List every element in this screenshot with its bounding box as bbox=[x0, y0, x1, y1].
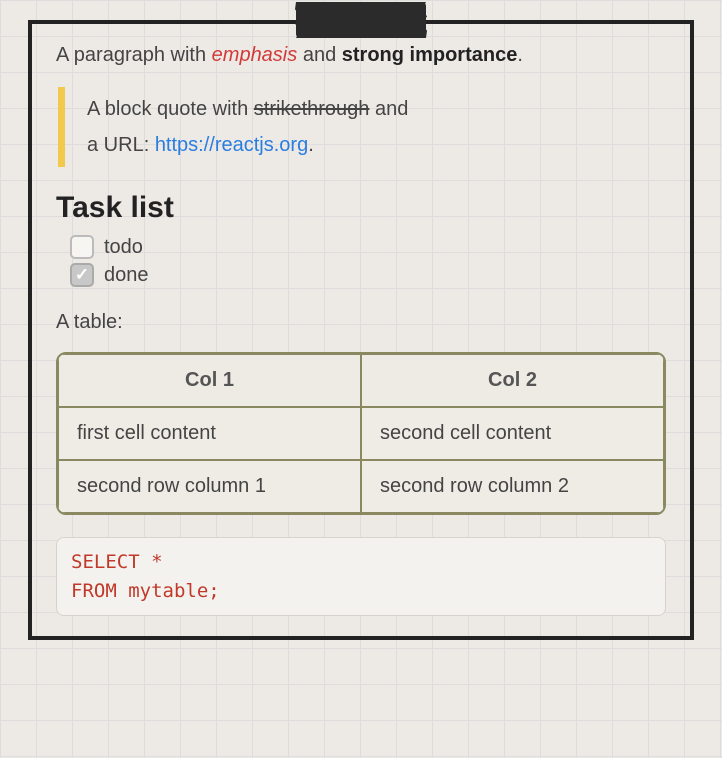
para-emphasis: emphasis bbox=[212, 44, 298, 66]
table-header-col1: Col 1 bbox=[58, 354, 361, 407]
para-strong: strong importance bbox=[342, 44, 518, 66]
para-mid: and bbox=[297, 44, 341, 66]
blockquote: A block quote with strikethrough and a U… bbox=[58, 87, 666, 167]
bq-line1-prefix: A block quote with bbox=[87, 98, 254, 120]
table-cell: first cell content bbox=[58, 407, 361, 460]
bq-line1-suffix: and bbox=[369, 98, 408, 120]
tasklist-heading: Task list bbox=[56, 191, 666, 225]
table-label: A table: bbox=[56, 311, 666, 334]
bq-strike: strikethrough bbox=[254, 98, 370, 120]
table-header-col2: Col 2 bbox=[361, 354, 664, 407]
table-row: second row column 1 second row column 2 bbox=[58, 460, 664, 513]
task-label: done bbox=[104, 264, 149, 287]
task-label: todo bbox=[104, 236, 143, 259]
tape-decoration bbox=[296, 2, 426, 38]
table-cell: second cell content bbox=[361, 407, 664, 460]
task-item-done: done bbox=[70, 263, 666, 287]
task-list: todo done bbox=[56, 235, 666, 287]
blockquote-line-1: A block quote with strikethrough and bbox=[87, 91, 666, 127]
intro-paragraph: A paragraph with emphasis and strong imp… bbox=[56, 44, 666, 67]
bq-url-link[interactable]: https://reactjs.org bbox=[155, 134, 308, 156]
data-table: Col 1 Col 2 first cell content second ce… bbox=[56, 352, 666, 515]
checkbox-unchecked-icon[interactable] bbox=[70, 235, 94, 259]
table-cell: second row column 2 bbox=[361, 460, 664, 513]
blockquote-line-2: a URL: https://reactjs.org. bbox=[87, 127, 666, 163]
para-suffix: . bbox=[517, 44, 523, 66]
bq-line2-prefix: a URL: bbox=[87, 134, 155, 156]
para-prefix: A paragraph with bbox=[56, 44, 212, 66]
code-block: SELECT * FROM mytable; bbox=[56, 537, 666, 616]
table-row: first cell content second cell content bbox=[58, 407, 664, 460]
checkbox-checked-icon[interactable] bbox=[70, 263, 94, 287]
task-item-todo: todo bbox=[70, 235, 666, 259]
table-header-row: Col 1 Col 2 bbox=[58, 354, 664, 407]
bq-line2-suffix: . bbox=[308, 134, 314, 156]
document-card: A paragraph with emphasis and strong imp… bbox=[28, 20, 694, 640]
table-cell: second row column 1 bbox=[58, 460, 361, 513]
